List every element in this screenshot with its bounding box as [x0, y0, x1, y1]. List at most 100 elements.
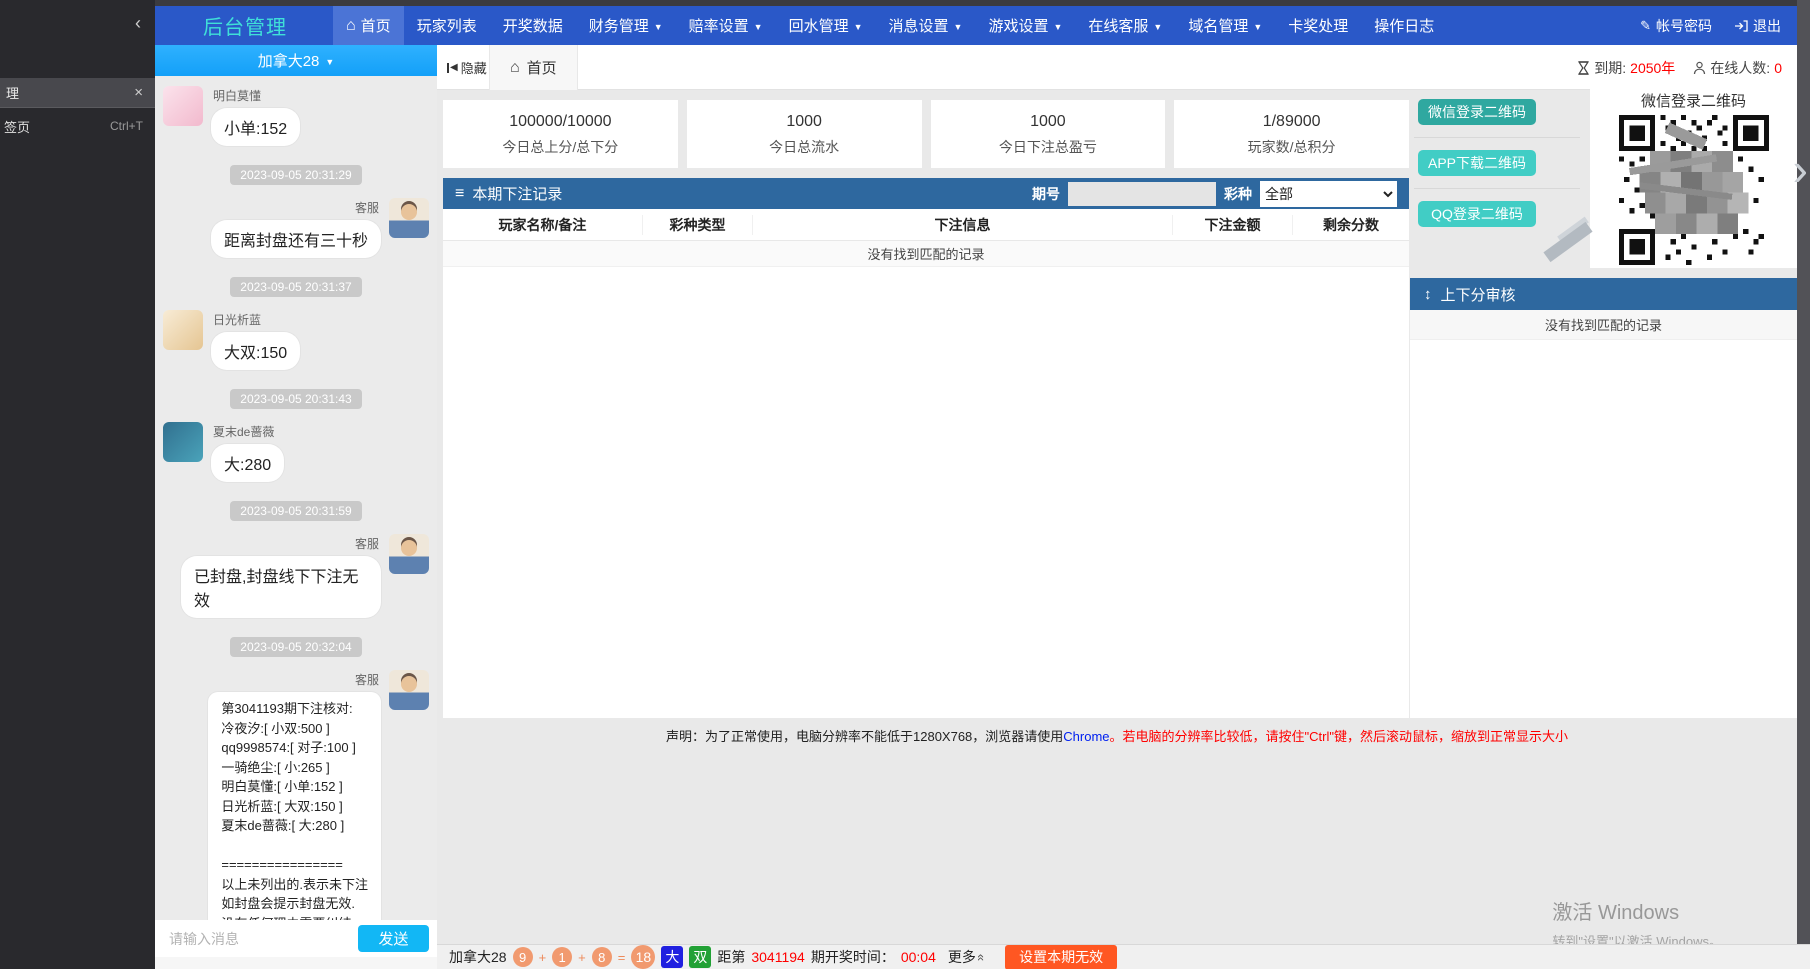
new-tab-shortcut: Ctrl+T — [110, 119, 143, 133]
tab-bar: ◀ 隐藏 ⌂ 首页 到期: 2050年 在线人数: 0 — [437, 45, 1810, 90]
new-tab-item[interactable]: 签页 Ctrl+T — [0, 112, 155, 140]
draw-number-ball: 9 — [513, 947, 533, 967]
chevron-up-icon: « — [974, 953, 989, 960]
sender-name: 明白莫懂 — [213, 87, 300, 104]
lottery-label: 彩种 — [1224, 184, 1252, 204]
lottery-select[interactable]: 全部 — [1260, 181, 1397, 207]
caret-down-icon: ▼ — [1053, 22, 1062, 32]
chat-message: 客服 距离封盘还有三十秒 — [163, 198, 429, 258]
bet-records-panel: ≡ 本期下注记录 期号 彩种 全部 玩家名称/备注 彩种类型 下注信息 — [443, 178, 1409, 718]
nav-item-players[interactable]: 玩家列表 — [404, 6, 490, 45]
chat-message: 客服 第3041193期下注核对: 冷夜汐:[ 小双:500 ] qq99985… — [163, 670, 429, 920]
chat-footer-strip — [155, 957, 437, 969]
col-remaining: 剩余分数 — [1293, 215, 1409, 235]
caret-down-icon: ▼ — [654, 22, 663, 32]
app-brand: 后台管理 — [155, 11, 333, 40]
issue-input[interactable] — [1068, 182, 1216, 206]
menu-icon: ≡ — [455, 185, 464, 203]
draw-sum-ball: 18 — [631, 945, 655, 969]
nav-item-odds[interactable]: 赔率设置▼ — [676, 6, 776, 45]
bet-records-header: ≡ 本期下注记录 期号 彩种 全部 — [443, 178, 1409, 209]
chevron-right-icon[interactable]: › — [1793, 142, 1808, 196]
hide-sidebar-button[interactable]: ◀ 隐藏 — [447, 58, 487, 77]
caret-down-icon: ▼ — [1153, 22, 1162, 32]
avatar — [163, 422, 203, 462]
col-bet-amount: 下注金额 — [1173, 215, 1293, 235]
chat-message-input[interactable] — [169, 931, 350, 947]
issue-label: 期号 — [1032, 184, 1060, 204]
chat-message-list[interactable]: 明白莫懂 小单:152 2023-09-05 20:31:29 客服 距离封盘还… — [155, 76, 437, 920]
chrome-link[interactable]: Chrome — [1063, 729, 1109, 744]
home-icon: ⌂ — [346, 19, 356, 33]
audit-empty: 没有找到匹配的记录 — [1410, 310, 1797, 340]
wechat-qr-button[interactable]: 微信登录二维码 — [1418, 99, 1536, 125]
hourglass-icon — [1577, 61, 1590, 75]
nav-item-domain[interactable]: 域名管理▼ — [1175, 6, 1275, 45]
invalidate-period-button[interactable]: 设置本期无效 — [1005, 945, 1117, 969]
nav-item-logs[interactable]: 操作日志 — [1361, 6, 1447, 45]
resolution-notice: 声明：为了正常使用，电脑分辨率不能低于1280X768，浏览器请使用Chrome… — [437, 726, 1797, 745]
more-toggle[interactable]: 更多 « — [948, 947, 985, 967]
content-area: 100000/10000 今日总上分/总下分 1000 今日总流水 1000 今… — [437, 90, 1797, 969]
nav-item-game-settings[interactable]: 游戏设置▼ — [975, 6, 1075, 45]
sender-name: 客服 — [211, 199, 379, 216]
draw-countdown: 00:04 — [901, 949, 936, 965]
expire-info: 到期: 2050年 在线人数: 0 — [1577, 58, 1782, 78]
sidebar-collapse-icon[interactable]: ‹ — [135, 14, 141, 32]
caret-down-icon: ▼ — [754, 22, 763, 32]
close-icon[interactable]: × — [134, 84, 143, 101]
divider — [1414, 137, 1580, 138]
qq-qr-button[interactable]: QQ登录二维码 — [1418, 201, 1536, 227]
chat-timestamp: 2023-09-05 20:31:29 — [163, 166, 429, 184]
message-bubble: 已封盘,封盘线下下注无效 — [181, 556, 381, 618]
expire-date: 到期: 2050年 — [1577, 58, 1675, 78]
nav-item-draw-data[interactable]: 开奖数据 — [490, 6, 576, 45]
top-navbar: 后台管理 ⌂ 首页 玩家列表 开奖数据 财务管理▼ 赔率设置▼ 回水管理▼ 消息… — [155, 6, 1797, 45]
browser-tab[interactable]: 理 × — [0, 78, 155, 108]
side-panel: 微信登录二维码 APP下载二维码 QQ登录二维码 微信登录二维码 — [1410, 90, 1797, 718]
nav-item-finance[interactable]: 财务管理▼ — [576, 6, 676, 45]
nav-item-message[interactable]: 消息设置▼ — [876, 6, 976, 45]
nav-item-prize[interactable]: 卡奖处理 — [1275, 6, 1361, 45]
chat-input-bar: 发送 — [155, 920, 437, 957]
message-bubble: 大双:150 — [211, 332, 300, 370]
browser-tab-title: 理 — [6, 83, 19, 102]
nav-item-home[interactable]: ⌂ 首页 — [333, 6, 404, 45]
audit-header: ↕ 上下分审核 — [1410, 278, 1797, 310]
chat-message: 日光析蓝 大双:150 — [163, 310, 429, 370]
main-area: ◀ 隐藏 ⌂ 首页 到期: 2050年 在线人数: 0 — [437, 45, 1810, 969]
chat-timestamp: 2023-09-05 20:31:43 — [163, 390, 429, 408]
chat-message: 夏末de蔷薇 大:280 — [163, 422, 429, 482]
account-password-link[interactable]: ✎ 帐号密码 — [1640, 16, 1712, 36]
sender-name: 夏末de蔷薇 — [213, 423, 284, 440]
nav-item-online-service[interactable]: 在线客服▼ — [1075, 6, 1175, 45]
message-bubble: 距离封盘还有三十秒 — [211, 220, 381, 258]
stats-row: 100000/10000 今日总上分/总下分 1000 今日总流水 1000 今… — [443, 100, 1409, 168]
send-button[interactable]: 发送 — [358, 925, 429, 952]
logout-icon — [1734, 19, 1748, 33]
app-download-qr-button[interactable]: APP下载二维码 — [1418, 150, 1536, 176]
new-tab-label: 签页 — [4, 117, 30, 136]
sender-name: 客服 — [181, 535, 379, 552]
game-name: 加拿大28 — [449, 947, 507, 967]
collapse-left-icon: ◀ — [447, 63, 458, 73]
tag-double: 双 — [689, 946, 711, 968]
logout-link[interactable]: 退出 — [1734, 16, 1781, 36]
tab-home[interactable]: ⌂ 首页 — [489, 45, 578, 90]
message-bubble: 第3041193期下注核对: 冷夜汐:[ 小双:500 ] qq9998574:… — [208, 692, 381, 920]
home-icon: ⌂ — [510, 61, 520, 75]
avatar — [389, 534, 429, 574]
chat-panel: 加拿大28▼ 明白莫懂 小单:152 2023-09-05 20:31:29 客… — [155, 45, 437, 969]
draw-number-ball: 8 — [592, 947, 612, 967]
divider — [1414, 188, 1580, 189]
chat-room-selector[interactable]: 加拿大28▼ — [155, 45, 437, 76]
screen: ‹ 理 × 签页 Ctrl+T 后台管理 ⌂ 首页 玩家列表 开奖数据 财务管理… — [0, 0, 1810, 969]
stat-card-players: 1/89000 玩家数/总积分 — [1174, 100, 1409, 168]
qr-code — [1619, 115, 1769, 265]
bet-table-header: 玩家名称/备注 彩种类型 下注信息 下注金额 剩余分数 — [443, 209, 1409, 241]
bet-table-empty: 没有找到匹配的记录 — [443, 241, 1409, 267]
nav-item-rebate[interactable]: 回水管理▼ — [776, 6, 876, 45]
col-bet-info: 下注信息 — [753, 215, 1173, 235]
chat-timestamp: 2023-09-05 20:31:59 — [163, 502, 429, 520]
pencil-icon: ✎ — [1640, 18, 1651, 34]
